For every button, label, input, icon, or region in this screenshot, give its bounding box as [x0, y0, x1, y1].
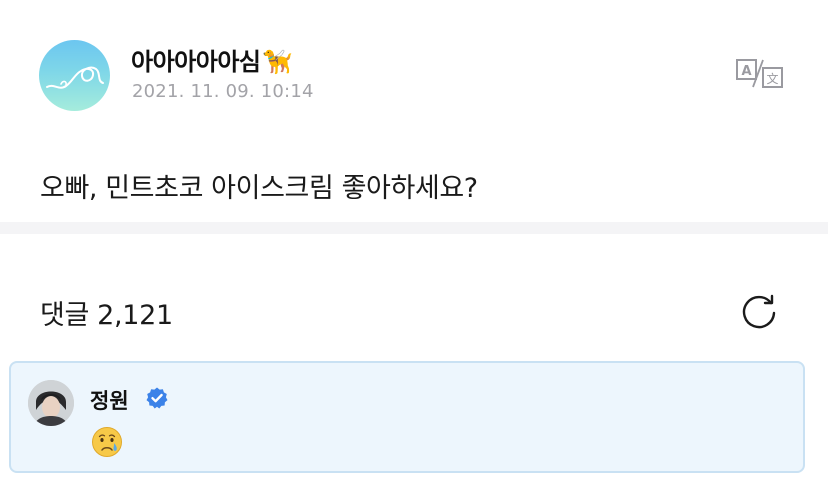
post-header: 아아아아아심🦮 2021. 11. 09. 10:14 A 文: [0, 0, 828, 135]
commenter-photo: [28, 380, 74, 426]
highlighted-comment[interactable]: 정원: [9, 361, 805, 473]
translate-icon: A 文: [736, 59, 783, 88]
translate-button[interactable]: A 文: [735, 56, 785, 90]
crying-face-icon: [92, 427, 122, 457]
post-date: 2021. 11. 09. 10:14: [132, 81, 314, 102]
avatar-heart-doodle-icon: [46, 66, 104, 89]
guide-dog-emoji: 🦮: [262, 48, 292, 76]
refresh-icon: [742, 294, 776, 329]
post-body-text: 오빠, 민트초코 아이스크림 좋아하세요?: [40, 173, 478, 204]
commenter-avatar[interactable]: [28, 380, 74, 426]
comments-header: 댓글 2,121: [40, 293, 173, 332]
author-avatar[interactable]: [39, 40, 110, 111]
comments-count: 2,121: [97, 300, 173, 331]
section-divider: [0, 222, 828, 234]
refresh-button[interactable]: [738, 291, 780, 333]
commenter-name[interactable]: 정원: [90, 385, 129, 415]
svg-text:文: 文: [766, 71, 778, 86]
comments-label: 댓글: [40, 300, 90, 331]
author-name[interactable]: 아아아아아심🦮: [131, 42, 292, 77]
author-name-text: 아아아아아심: [131, 48, 261, 76]
verified-badge-icon: [146, 387, 168, 409]
svg-text:A: A: [741, 64, 751, 79]
